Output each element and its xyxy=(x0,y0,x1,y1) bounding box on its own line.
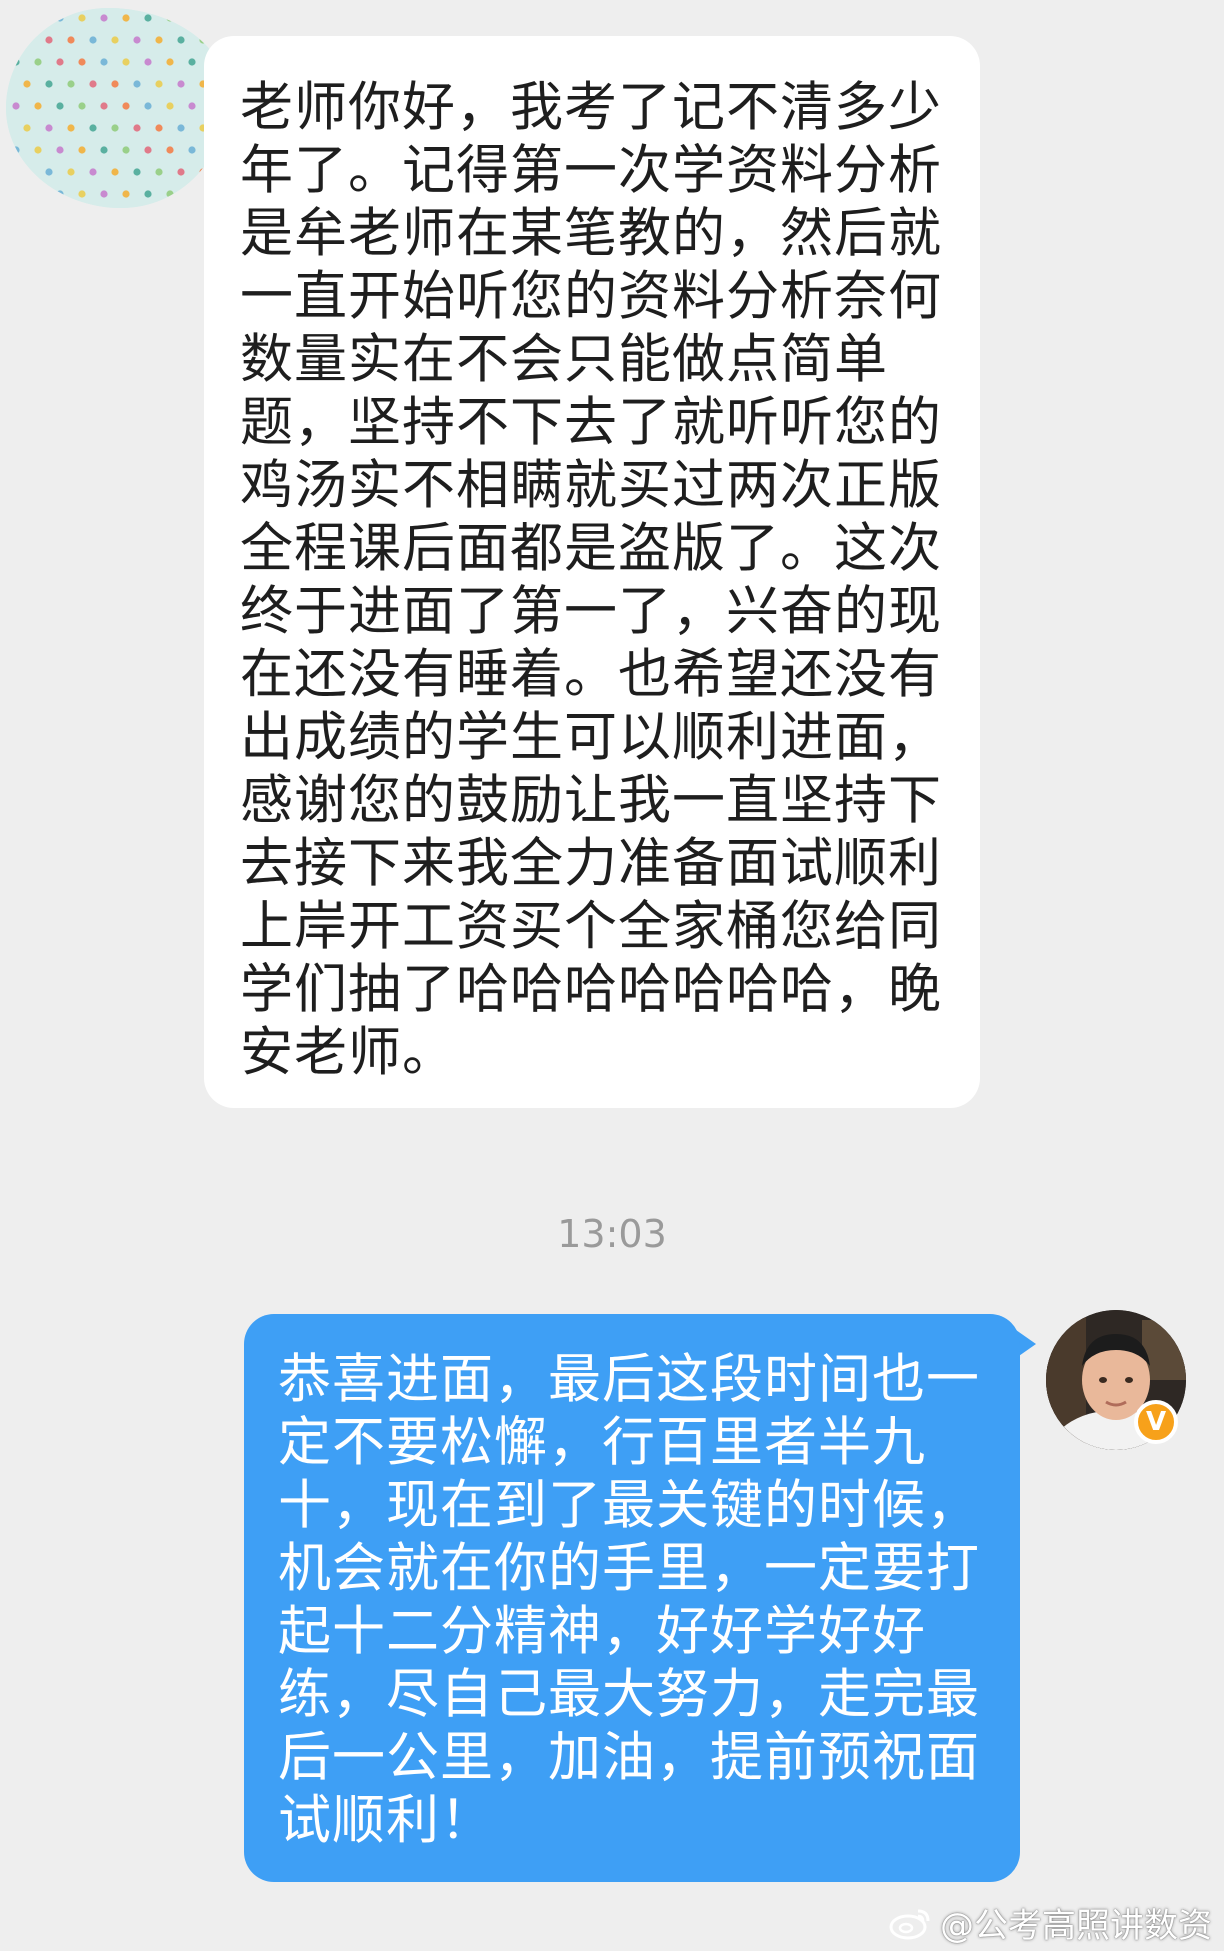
avatar-dot xyxy=(133,168,141,176)
avatar-dot xyxy=(78,14,86,22)
avatar-dot xyxy=(188,14,196,22)
sender-avatar[interactable] xyxy=(6,8,228,208)
avatar-dot xyxy=(78,102,86,110)
avatar-dot xyxy=(177,36,185,44)
avatar-dot xyxy=(67,36,75,44)
avatar-dot xyxy=(133,124,141,132)
avatar-dot xyxy=(67,80,75,88)
avatar-dot xyxy=(23,36,31,44)
avatar-dot xyxy=(188,190,196,198)
avatar-dot xyxy=(100,102,108,110)
avatar-dot xyxy=(45,168,53,176)
avatar-dot xyxy=(23,168,31,176)
avatar-dot xyxy=(122,102,130,110)
polka-dot-avatar-icon xyxy=(6,8,228,208)
avatar-dot xyxy=(177,168,185,176)
avatar-dot xyxy=(166,14,174,22)
avatar-dot xyxy=(122,58,130,66)
avatar-dot xyxy=(12,102,20,110)
avatar-dot xyxy=(144,190,152,198)
avatar-dot xyxy=(56,190,64,198)
avatar-dot xyxy=(133,80,141,88)
verified-badge-icon: V xyxy=(1134,1400,1178,1444)
avatar-dot xyxy=(144,146,152,154)
avatar-dot xyxy=(155,168,163,176)
avatar-dot xyxy=(56,58,64,66)
avatar-dot xyxy=(199,36,207,44)
avatar-dot xyxy=(133,36,141,44)
avatar-dot xyxy=(89,168,97,176)
avatar-dot xyxy=(67,168,75,176)
avatar-dot xyxy=(111,124,119,132)
avatar-dot xyxy=(100,190,108,198)
avatar-dot xyxy=(78,146,86,154)
avatar-dot xyxy=(45,124,53,132)
avatar-dot xyxy=(144,102,152,110)
avatar-dot xyxy=(144,14,152,22)
incoming-message-bubble[interactable]: 老师你好，我考了记不清多少年了。记得第一次学资料分析是牟老师在某笔教的，然后就一… xyxy=(204,36,980,1108)
avatar-dot xyxy=(166,58,174,66)
avatar-dot xyxy=(122,146,130,154)
weibo-watermark: @公考高照讲数资 xyxy=(888,1898,1212,1947)
avatar-dot xyxy=(12,58,20,66)
message-timestamp: 13:03 xyxy=(557,1212,667,1256)
avatar-dot xyxy=(45,36,53,44)
avatar-dot xyxy=(34,190,42,198)
avatar-dot xyxy=(23,124,31,132)
avatar-dot xyxy=(210,14,218,22)
avatar-dot xyxy=(166,190,174,198)
watermark-text: @公考高照讲数资 xyxy=(940,1906,1212,1946)
avatar-dot xyxy=(155,124,163,132)
avatar-dot xyxy=(177,80,185,88)
avatar-dot xyxy=(144,58,152,66)
avatar-dot xyxy=(12,146,20,154)
avatar-dot xyxy=(177,124,185,132)
avatar-dot xyxy=(111,168,119,176)
avatar-dot xyxy=(56,146,64,154)
avatar-dot xyxy=(166,146,174,154)
avatar-dot xyxy=(56,102,64,110)
outgoing-message-bubble[interactable]: 恭喜进面，最后这段时间也一定不要松懈，行百里者半九十，现在到了最关键的时候，机会… xyxy=(244,1314,1020,1882)
avatar-dot xyxy=(56,14,64,22)
avatar-dot xyxy=(34,102,42,110)
avatar-dot xyxy=(78,190,86,198)
avatar-dot xyxy=(166,102,174,110)
avatar-dot xyxy=(45,80,53,88)
avatar-dot xyxy=(100,14,108,22)
avatar-dot xyxy=(188,146,196,154)
avatar-dot xyxy=(67,124,75,132)
avatar-dot xyxy=(89,36,97,44)
avatar-dot xyxy=(34,14,42,22)
avatar-dot xyxy=(100,146,108,154)
avatar-dot xyxy=(12,14,20,22)
avatar-dot xyxy=(100,58,108,66)
avatar-dot xyxy=(23,80,31,88)
avatar-dot xyxy=(34,58,42,66)
avatar-dot xyxy=(78,58,86,66)
avatar-dot xyxy=(34,146,42,154)
avatar-dot xyxy=(111,80,119,88)
avatar-dot xyxy=(155,36,163,44)
avatar-dot xyxy=(122,190,130,198)
avatar-dot xyxy=(155,80,163,88)
weibo-icon xyxy=(889,1909,930,1939)
avatar-dot xyxy=(89,80,97,88)
avatar-dot xyxy=(122,14,130,22)
avatar-dot xyxy=(188,58,196,66)
avatar-dot xyxy=(188,102,196,110)
avatar-dot xyxy=(89,124,97,132)
avatar-dot xyxy=(12,190,20,198)
avatar-dot xyxy=(111,36,119,44)
